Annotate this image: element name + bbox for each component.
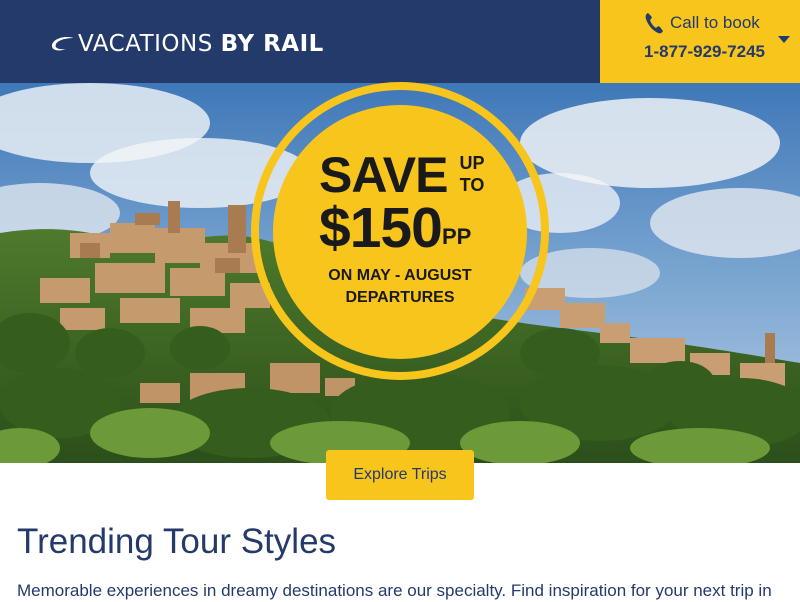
phone-icon (645, 13, 663, 34)
chevron-down-icon[interactable] (778, 36, 790, 43)
logo-text: VACATIONS BY RAIL (78, 30, 324, 57)
swoosh-icon (51, 36, 74, 51)
logo-word-by-rail: BY RAIL (220, 30, 324, 57)
call-to-book-label: Call to book (670, 13, 760, 32)
promo-amount: $150 (319, 196, 443, 260)
section-intro-text: Memorable experiences in dreamy destinat… (17, 581, 772, 600)
call-to-book-button[interactable]: Call to book 1-877-929-7245 (600, 0, 800, 83)
vacations-by-rail-logo[interactable]: VACATIONS BY RAIL (50, 26, 324, 62)
explore-trips-button[interactable]: Explore Trips (326, 450, 474, 500)
promo-departure-line1: ON MAY - AUGUST (328, 267, 472, 284)
logo-word-vacations: VACATIONS (78, 30, 213, 57)
promo-departure-line2: DEPARTURES (345, 289, 455, 306)
promo-upto-line1: UP (459, 153, 485, 173)
promo-upto-line2: TO (459, 175, 485, 195)
promo-save-text: SAVE (319, 147, 448, 203)
promo-upto-text: UP TO (456, 152, 488, 196)
section-title: Trending Tour Styles (17, 522, 337, 561)
site-header: VACATIONS BY RAIL Call to book 1-877-929… (0, 0, 800, 83)
promo-per-person: PP (442, 224, 472, 249)
phone-number[interactable]: 1-877-929-7245 (644, 42, 765, 62)
call-label-row: Call to book (644, 12, 760, 34)
